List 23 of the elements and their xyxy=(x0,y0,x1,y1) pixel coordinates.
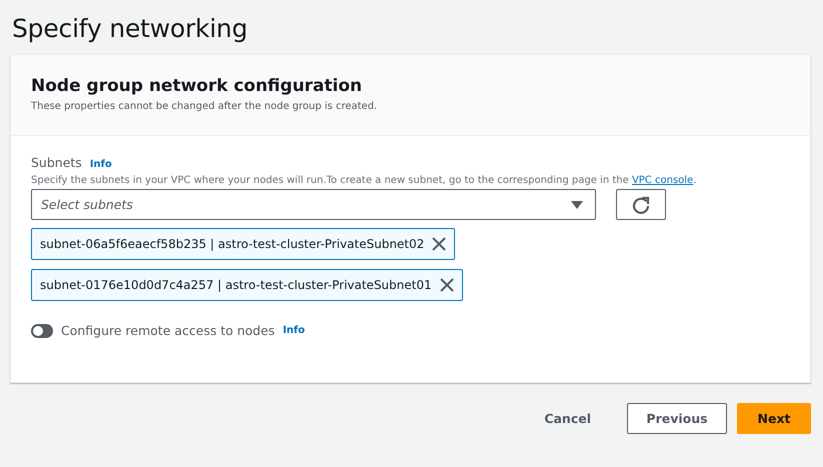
token-label: subnet-06a5f6eaecf58b235 | astro-test-cluster-PrivateSubnet02 xyxy=(40,237,424,251)
info-link[interactable]: Info xyxy=(90,159,112,170)
subnet-select[interactable]: Select subnets xyxy=(31,189,596,220)
refresh-button[interactable] xyxy=(616,189,666,220)
vpc-console-link[interactable]: VPC console xyxy=(632,175,694,186)
next-button[interactable]: Next xyxy=(737,403,811,434)
field-description: Specify the subnets in your VPC where your nodes will run.To create a new subnet, go to the corresponding page in the VPC console. xyxy=(31,175,698,186)
panel-description: These properties cannot be changed after the node group is created. xyxy=(31,101,378,112)
refresh-icon xyxy=(631,194,651,214)
caret-down-icon xyxy=(571,200,583,208)
field-label: Subnets xyxy=(31,155,82,170)
cancel-button[interactable]: Cancel xyxy=(526,403,609,434)
toggle-label: Configure remote access to nodes xyxy=(61,323,275,338)
panel-title: Node group network configuration xyxy=(31,75,364,97)
close-icon xyxy=(440,278,454,292)
token-label: subnet-0176e10d0d7c4a257 | astro-test-cluster-PrivateSubnet01 xyxy=(40,278,432,292)
close-icon xyxy=(432,237,446,251)
remove-button[interactable] xyxy=(440,278,454,292)
info-link[interactable]: Info xyxy=(282,325,305,336)
page-title: Specify networking xyxy=(11,13,248,45)
toggle-switch[interactable] xyxy=(31,324,53,338)
remove-button[interactable] xyxy=(432,237,446,251)
previous-button[interactable]: Previous xyxy=(627,403,727,434)
